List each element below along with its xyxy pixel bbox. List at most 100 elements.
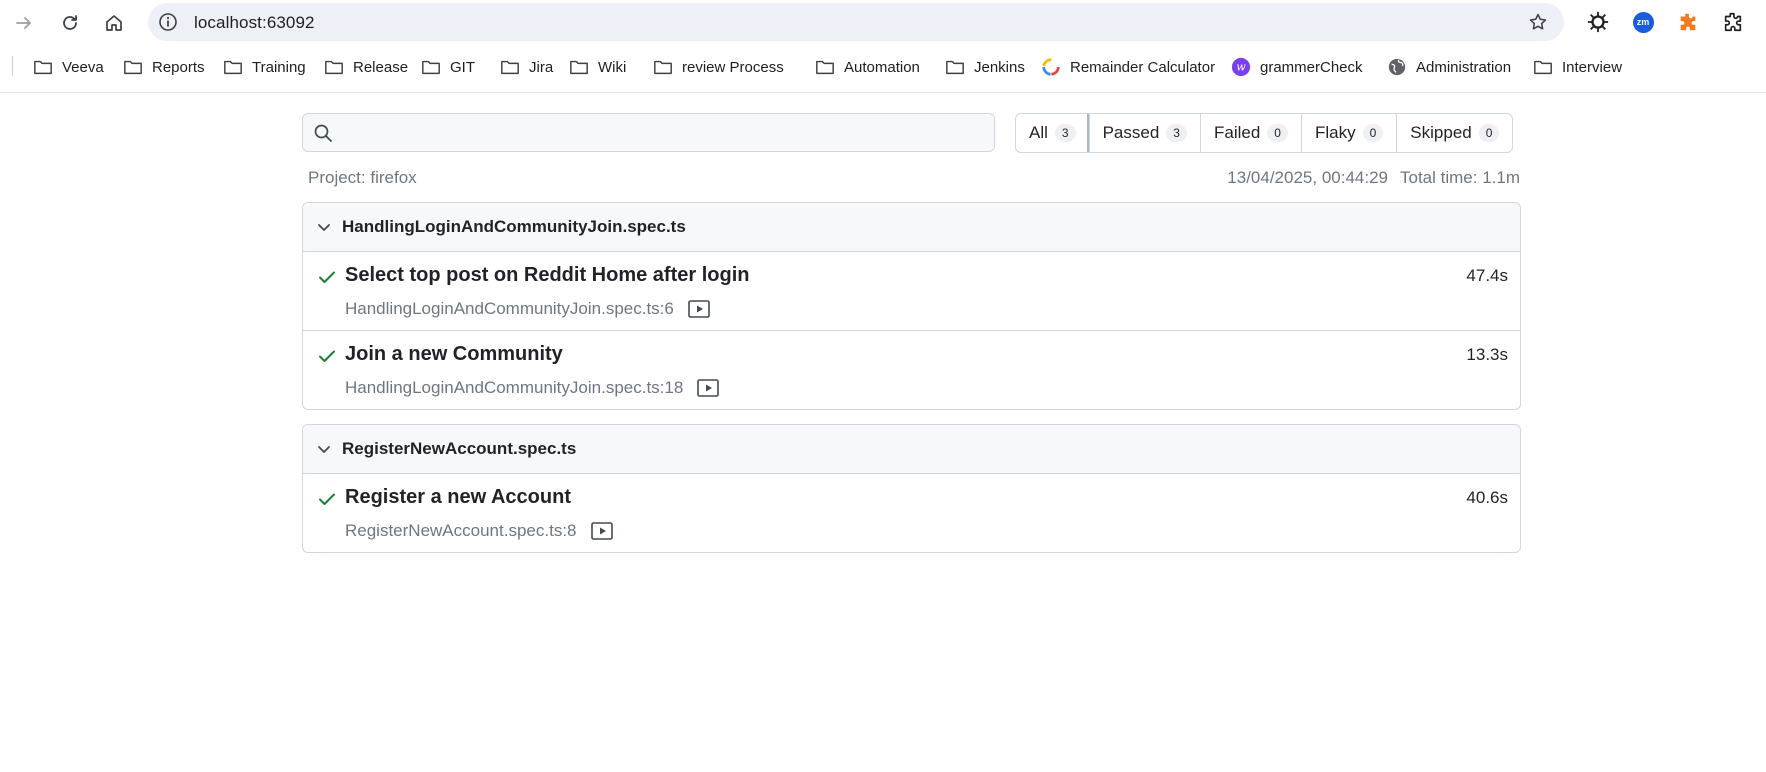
url-text: localhost:63092 [194, 13, 315, 32]
file-header[interactable]: HandlingLoginAndCommunityJoin.spec.ts [303, 203, 1520, 252]
bookmark-veeva[interactable]: Veeva [32, 54, 104, 80]
file-header[interactable]: RegisterNewAccount.spec.ts [303, 425, 1520, 474]
puzzle-extension-icon[interactable] [1676, 10, 1700, 34]
video-icon[interactable] [590, 522, 613, 540]
search-box[interactable] [302, 113, 995, 152]
bookmarks-separator [12, 56, 13, 76]
search-input[interactable] [343, 119, 987, 148]
bookmark-administration[interactable]: Administration [1386, 54, 1511, 80]
video-icon[interactable] [697, 379, 720, 397]
bookmark-label: Release [353, 58, 409, 76]
grammar-logo-icon: w [1230, 56, 1252, 78]
bookmark-release[interactable]: Release [323, 54, 408, 80]
test-location: RegisterNewAccount.spec.ts:8 [345, 521, 577, 540]
test-row[interactable]: Register a new Account 40.6s RegisterNewAc… [303, 474, 1520, 552]
filter-passed[interactable]: Passed 3 [1088, 114, 1200, 152]
site-info-icon[interactable] [158, 12, 178, 32]
check-icon [319, 350, 335, 362]
zoom-extension-icon[interactable]: zm [1631, 10, 1655, 34]
bookmark-remainder-calculator[interactable]: Remainder Calculator [1040, 54, 1215, 80]
folder-icon [944, 56, 966, 78]
run-meta: 13/04/2025, 00:44:29 Total time: 1.1m [1227, 168, 1520, 188]
file-name: RegisterNewAccount.spec.ts [342, 439, 577, 458]
bookmark-review-process[interactable]: review Process [652, 54, 784, 80]
folder-icon [568, 56, 590, 78]
filter-label: Passed [1102, 123, 1160, 142]
test-row[interactable]: Select top post on Reddit Home after log… [303, 252, 1520, 331]
bookmark-label: Wiki [598, 58, 627, 76]
bookmark-interview[interactable]: Interview [1532, 54, 1622, 80]
bookmark-wiki[interactable]: Wiki [568, 54, 626, 80]
bookmark-reports[interactable]: Reports [122, 54, 205, 80]
browser-toolbar: localhost:63092 zm [0, 0, 1766, 46]
bookmark-git[interactable]: GIT [420, 54, 475, 80]
filter-failed[interactable]: Failed 0 [1199, 114, 1301, 152]
test-location: HandlingLoginAndCommunityJoin.spec.ts:18 [345, 378, 684, 397]
filter-count-badge: 0 [1267, 124, 1288, 142]
address-bar[interactable]: localhost:63092 [148, 3, 1564, 41]
chevron-down-icon[interactable] [315, 218, 333, 236]
folder-icon [323, 56, 345, 78]
folder-icon [499, 56, 521, 78]
filter-all[interactable]: All 3 [1016, 114, 1089, 152]
filter-count-badge: 3 [1166, 124, 1187, 142]
filter-label: Failed [1213, 123, 1261, 142]
calculator-logo-icon [1040, 56, 1062, 78]
bookmark-label: Veeva [62, 58, 104, 76]
bookmark-star-icon[interactable] [1528, 12, 1548, 32]
bookmark-grammercheck[interactable]: w grammerCheck [1230, 54, 1363, 80]
test-file-group: RegisterNewAccount.spec.ts Register a new… [302, 424, 1521, 553]
test-duration: 47.4s [1466, 266, 1508, 285]
filter-count-badge: 3 [1054, 124, 1076, 142]
check-icon [319, 271, 335, 283]
bookmark-jenkins[interactable]: Jenkins [944, 54, 1025, 80]
chevron-down-icon[interactable] [315, 440, 333, 458]
bookmark-label: Training [252, 58, 306, 76]
filter-flaky[interactable]: Flaky 0 [1300, 114, 1396, 152]
filter-label: Skipped [1410, 123, 1472, 142]
bookmarks-bar: Veeva Reports Training Release GIT Jira Wiki re… [0, 51, 1766, 85]
bookmark-label: review Process [682, 58, 784, 76]
folder-icon [1532, 56, 1554, 78]
project-name: Project: firefox [308, 168, 417, 187]
test-duration: 13.3s [1466, 345, 1508, 364]
bookmark-label: Jenkins [974, 58, 1025, 76]
filter-label: Flaky [1314, 123, 1356, 142]
globe-icon [1386, 56, 1408, 78]
home-icon[interactable] [100, 9, 128, 37]
folder-icon [32, 56, 54, 78]
bookmark-label: grammerCheck [1260, 58, 1363, 76]
toolbar-divider [0, 92, 1766, 93]
extensions-menu-icon[interactable] [1721, 10, 1745, 34]
bookmark-training[interactable]: Training [222, 54, 306, 80]
bookmark-label: Interview [1562, 58, 1623, 76]
run-timestamp: 13/04/2025, 00:44:29 [1227, 168, 1388, 187]
check-icon [319, 493, 335, 505]
extension-sun-icon[interactable] [1586, 10, 1610, 34]
bookmark-automation[interactable]: Automation [814, 54, 920, 80]
test-title[interactable]: Join a new Community [345, 343, 563, 366]
test-location-line: RegisterNewAccount.spec.ts:8 [345, 521, 613, 541]
test-duration: 40.6s [1466, 488, 1508, 507]
reload-icon[interactable] [56, 9, 84, 37]
forward-icon[interactable] [10, 9, 38, 37]
bookmark-label: Jira [529, 58, 554, 76]
bookmark-jira[interactable]: Jira [499, 54, 553, 80]
file-name: HandlingLoginAndCommunityJoin.spec.ts [342, 217, 686, 236]
test-location-line: HandlingLoginAndCommunityJoin.spec.ts:6 [345, 299, 710, 319]
filter-skipped[interactable]: Skipped 0 [1396, 114, 1512, 152]
filter-count-badge: 0 [1478, 124, 1500, 142]
search-icon [314, 124, 332, 142]
bookmark-label: Administration [1416, 58, 1512, 76]
bookmark-label: Automation [844, 58, 920, 76]
bookmark-label: GIT [450, 58, 475, 76]
svg-text:w: w [1236, 61, 1246, 74]
test-title[interactable]: Register a new Account [345, 486, 571, 509]
folder-icon [420, 56, 442, 78]
test-row[interactable]: Join a new Community 13.3s HandlingLoginAn… [303, 331, 1520, 409]
test-location: HandlingLoginAndCommunityJoin.spec.ts:6 [345, 299, 674, 318]
test-file-group: HandlingLoginAndCommunityJoin.spec.ts Sel… [302, 202, 1521, 410]
video-icon[interactable] [688, 300, 710, 318]
test-title[interactable]: Select top post on Reddit Home after log… [345, 264, 749, 287]
status-filter-bar: All 3 Passed 3 Failed 0 Flaky 0 Skipped 0 [1015, 113, 1514, 153]
